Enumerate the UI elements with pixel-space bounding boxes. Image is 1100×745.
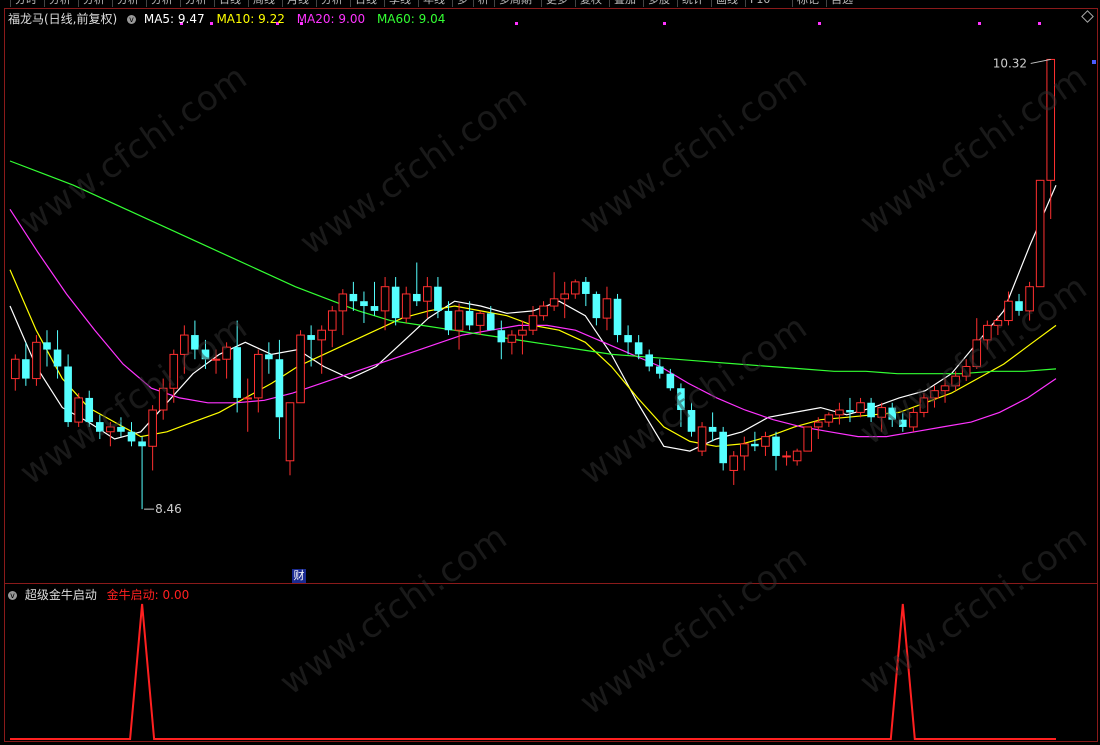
candle-body-up	[528, 315, 538, 331]
candle-body-down	[265, 354, 273, 360]
signal-dot	[1038, 22, 1041, 25]
candle-body-up	[518, 329, 527, 336]
candle-body-up	[423, 286, 432, 302]
candle-body-down	[846, 410, 854, 413]
settings-circle-icon[interactable]: v	[8, 591, 17, 600]
candle-body-down	[444, 310, 453, 331]
candle-body-down	[391, 286, 400, 319]
candle-body-down	[719, 431, 727, 464]
candle-body-down	[43, 342, 51, 350]
signal-dot	[515, 22, 518, 25]
candle-body-down	[645, 354, 654, 367]
indicator-name: 超级金牛启动	[24, 588, 97, 602]
candle-body-down	[64, 366, 72, 423]
candle-body-up	[327, 310, 337, 331]
candle-body-down	[772, 436, 780, 456]
candle-body-up	[380, 286, 390, 312]
sub-legend: v 超级金牛启动 金牛启动: 0.00	[8, 586, 189, 603]
candle-body-up	[148, 409, 157, 447]
candle-body-down	[624, 335, 632, 343]
candle-body-down	[434, 286, 442, 311]
candle-body-down	[412, 293, 421, 302]
candle-body-up	[317, 329, 326, 341]
high-price-label: 10.32	[993, 56, 1027, 70]
candle-body-up	[10, 358, 20, 380]
candle-body-up	[243, 397, 253, 400]
candle-body-down	[127, 431, 136, 442]
candle-body-down	[233, 347, 241, 398]
legend-ma10: MA10: 9.22	[216, 12, 285, 26]
candle-body-up	[475, 312, 485, 326]
candle-body-down	[138, 441, 146, 447]
candle-body-down	[592, 293, 601, 319]
indicator-value: 金牛启动: 0.00	[106, 588, 190, 602]
candle-body-down	[22, 359, 30, 379]
candle-body-down	[708, 426, 717, 432]
candle-body-up	[507, 334, 517, 343]
candle-body-down	[634, 342, 643, 355]
candle-body-up	[296, 334, 305, 404]
candle-body-up	[1035, 179, 1045, 288]
candle-body-up	[824, 414, 834, 423]
candle-body-down	[655, 366, 664, 374]
candle-body-down	[307, 335, 315, 340]
legend-ma5: MA5: 9.47	[143, 12, 205, 26]
candle-body-down	[613, 298, 622, 336]
marker-dot-icon	[1092, 60, 1096, 64]
candle-body-up	[253, 353, 263, 399]
candle-body-up	[740, 443, 749, 457]
candle-body-up	[835, 409, 844, 416]
candle-body-up	[792, 450, 802, 462]
low-price-label: 8.46	[155, 502, 182, 516]
candle-body-down	[275, 359, 284, 418]
candle-body-up	[338, 293, 348, 312]
finance-marker[interactable]: 财	[292, 569, 306, 583]
candle-body-up	[697, 426, 707, 452]
legend-ma60: MA60: 9.04	[376, 12, 446, 26]
candle-body-down	[370, 306, 379, 311]
candle-body-down	[582, 281, 590, 294]
candle-body-down	[53, 349, 62, 367]
main-legend: 福龙马(日线,前复权) v MA5: 9.47 MA10: 9.22 MA20:…	[8, 10, 453, 27]
candle-body-down	[751, 443, 759, 447]
signal-dot	[818, 22, 821, 25]
candle-body-down	[666, 373, 675, 389]
legend-ma20: MA20: 9.00	[296, 12, 366, 26]
candle-body-up	[539, 305, 548, 317]
candle-body-up	[549, 298, 559, 307]
candle-body-up	[729, 455, 739, 471]
candle-body-up	[602, 298, 612, 319]
candle-body-up	[32, 341, 41, 380]
candle-body-up	[803, 426, 813, 452]
candle-body-up	[401, 293, 411, 319]
candle-body-up	[560, 293, 570, 300]
candle-body-up	[454, 310, 464, 331]
candle-body-up	[285, 402, 295, 462]
candle-body-down	[360, 301, 368, 307]
candle-body-down	[497, 330, 506, 343]
candle-body-down	[349, 293, 358, 302]
candle-body-up	[813, 421, 823, 428]
signal-dot	[663, 22, 666, 25]
candle-body-up	[782, 455, 791, 458]
candle-body-up	[856, 402, 865, 413]
signal-dot	[978, 22, 981, 25]
settings-circle-icon[interactable]: v	[127, 15, 137, 24]
candle-body-up	[570, 281, 580, 295]
stock-title: 福龙马(日线,前复权)	[8, 12, 118, 26]
candle-body-down	[486, 313, 495, 331]
candle-body-up	[761, 436, 770, 447]
candle-body-down	[465, 310, 474, 326]
